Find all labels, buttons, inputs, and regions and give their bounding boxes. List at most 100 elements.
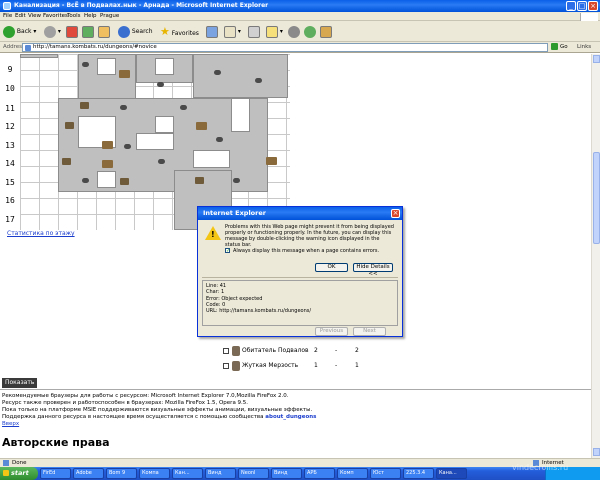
row-number: 14: [5, 159, 15, 168]
monster-icon[interactable]: [82, 178, 89, 183]
search-button[interactable]: Search: [118, 25, 153, 38]
history-icon: [206, 25, 218, 38]
monster-icon[interactable]: [255, 78, 262, 83]
research-button[interactable]: [320, 25, 332, 38]
start-button[interactable]: start: [0, 467, 38, 480]
chest-icon[interactable]: [196, 122, 207, 130]
go-arrow-icon: [551, 43, 558, 50]
menu-file[interactable]: File: [3, 13, 12, 19]
next-button[interactable]: Next: [353, 327, 386, 336]
taskbar-item[interactable]: Компа: [139, 468, 170, 479]
menu-edit[interactable]: Edit: [15, 13, 26, 19]
chest-icon[interactable]: [119, 70, 130, 78]
always-display-checkbox[interactable]: ✓ Always display this message when a page…: [225, 248, 379, 254]
favorites-button[interactable]: ★ Favorites: [160, 25, 199, 38]
taskbar-item[interactable]: Комп: [337, 468, 368, 479]
row-number: 10: [5, 84, 15, 93]
statue-icon[interactable]: [62, 158, 71, 165]
messenger-icon: [304, 25, 316, 38]
chest-icon[interactable]: [266, 157, 277, 165]
monster-icon[interactable]: [180, 105, 187, 110]
menu-prague[interactable]: Prague: [100, 13, 119, 19]
monster-icon[interactable]: [124, 144, 131, 149]
address-input[interactable]: http://tamans.kombats.ru/dungeons/#novic…: [22, 43, 548, 52]
menu-help[interactable]: Help: [84, 13, 97, 19]
taskbar-item[interactable]: Bom 9: [106, 468, 137, 479]
menu-bar: File Edit View Favorites Tools Help Prag…: [0, 12, 600, 22]
vertical-scrollbar[interactable]: [591, 54, 600, 458]
taskbar-item[interactable]: FirEd: [40, 468, 71, 479]
address-url: http://tamans.kombats.ru/dungeons/#novic…: [33, 44, 157, 50]
search-icon: [118, 25, 130, 38]
forward-button[interactable]: ▾: [44, 25, 61, 38]
statue-icon[interactable]: [80, 102, 89, 109]
map-room: [97, 171, 116, 188]
menu-favorites[interactable]: Favorites: [43, 13, 68, 19]
taskbar-item[interactable]: Винд: [205, 468, 236, 479]
taskbar-item[interactable]: 225.3.4: [403, 468, 434, 479]
scroll-thumb[interactable]: [593, 152, 600, 244]
refresh-icon: [82, 25, 94, 38]
history-button[interactable]: [206, 25, 218, 38]
chest-icon[interactable]: [102, 141, 113, 149]
show-button[interactable]: Показать: [2, 378, 38, 388]
taskbar-item[interactable]: АРБ: [304, 468, 335, 479]
map-room: [136, 133, 174, 150]
taskbar-item[interactable]: Neonl: [238, 468, 269, 479]
monster-icon[interactable]: [120, 105, 127, 110]
messenger-button[interactable]: [304, 25, 316, 38]
taskbar-item[interactable]: Юст: [370, 468, 401, 479]
print-icon: [248, 25, 260, 38]
taskbar-item[interactable]: Винд: [271, 468, 302, 479]
monster-checkbox[interactable]: [223, 363, 229, 369]
map-room: [155, 58, 174, 75]
monster-icon[interactable]: [158, 159, 165, 164]
discuss-button[interactable]: [288, 25, 300, 38]
refresh-button[interactable]: [82, 25, 94, 38]
checkmark-icon: ✓: [225, 248, 231, 254]
home-button[interactable]: [98, 25, 110, 38]
monster-icon[interactable]: [157, 82, 164, 87]
row-number: 12: [5, 122, 15, 131]
community-link[interactable]: about_dungeons: [265, 414, 316, 420]
monster-icon[interactable]: [214, 70, 221, 75]
back-button[interactable]: Back ▾: [3, 25, 36, 38]
dialog-close-button[interactable]: ×: [391, 209, 400, 218]
address-bar: Address http://tamans.kombats.ru/dungeon…: [0, 42, 600, 53]
monster-icon[interactable]: [82, 62, 89, 67]
dialog-title: Internet Explorer: [198, 207, 402, 220]
links-button[interactable]: Links: [577, 44, 591, 50]
monster-icon[interactable]: [216, 137, 223, 142]
scroll-top-link[interactable]: Вверх: [2, 421, 19, 427]
floor-stats-link[interactable]: Статистика по этажу: [7, 230, 75, 237]
monster-portrait: [232, 346, 240, 356]
scroll-up-icon[interactable]: [593, 55, 600, 63]
hide-details-button[interactable]: Hide Details <<: [353, 263, 393, 277]
home-icon: [98, 25, 110, 38]
go-button[interactable]: Go: [551, 43, 568, 52]
taskbar-item-active[interactable]: Кана...: [436, 468, 467, 479]
close-button[interactable]: ×: [588, 1, 598, 11]
menu-view[interactable]: View: [28, 13, 41, 19]
menu-tools[interactable]: Tools: [67, 13, 81, 19]
print-button[interactable]: [248, 25, 260, 38]
minimize-button[interactable]: _: [566, 1, 576, 11]
stop-button[interactable]: [66, 25, 78, 38]
monster-checkbox[interactable]: [223, 348, 229, 354]
statue-icon[interactable]: [65, 122, 74, 129]
previous-button[interactable]: Previous: [315, 327, 348, 336]
maximize-button[interactable]: □: [577, 1, 587, 11]
statue-icon[interactable]: [120, 178, 129, 185]
mail-button[interactable]: ▾: [224, 25, 241, 38]
taskbar-item[interactable]: Adobe: [73, 468, 104, 479]
statue-icon[interactable]: [195, 177, 204, 184]
forward-arrow-icon: [44, 25, 56, 38]
browser-note: Пока только на платформе MSIE поддержива…: [2, 407, 313, 413]
scroll-down-icon[interactable]: [593, 448, 600, 456]
ok-button[interactable]: OK: [315, 263, 348, 272]
taskbar-item[interactable]: Кан...: [172, 468, 203, 479]
edit-button[interactable]: ▾: [266, 25, 283, 38]
row-number: 17: [5, 215, 15, 224]
chest-icon[interactable]: [102, 160, 113, 168]
monster-icon[interactable]: [233, 178, 240, 183]
